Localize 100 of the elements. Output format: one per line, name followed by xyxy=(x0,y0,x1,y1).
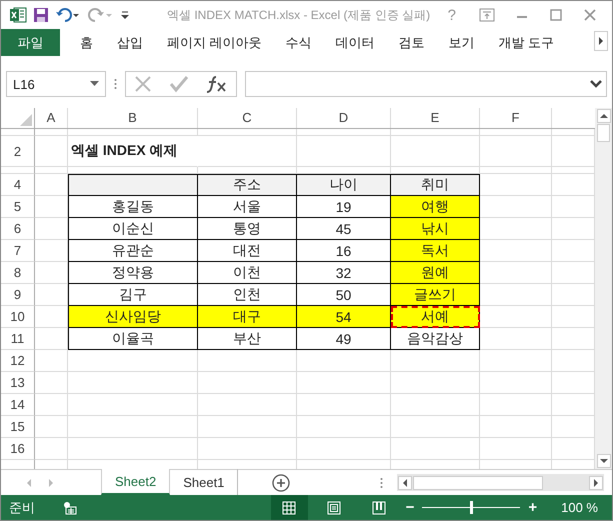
row-header[interactable]: 9 xyxy=(1,284,35,306)
grid-cell[interactable] xyxy=(480,262,552,284)
horizontal-scrollbar[interactable] xyxy=(397,474,604,491)
grid-cell[interactable] xyxy=(480,438,552,460)
grid-cell[interactable] xyxy=(480,196,552,218)
grid-cell[interactable] xyxy=(35,416,68,438)
grid-cell[interactable] xyxy=(68,438,198,460)
previous-sheet-icon[interactable] xyxy=(25,478,33,488)
grid-cell[interactable] xyxy=(480,129,552,136)
grid-cell[interactable] xyxy=(480,328,552,350)
sheet-tab[interactable]: Sheet2 xyxy=(101,469,170,495)
expand-icon[interactable] xyxy=(590,80,602,88)
macro-record-icon[interactable] xyxy=(63,500,77,514)
grid-cell[interactable] xyxy=(35,167,68,174)
grid-cell[interactable] xyxy=(35,218,68,240)
close-icon[interactable] xyxy=(583,8,597,22)
ribbon-tab[interactable]: 데이터 xyxy=(324,29,387,56)
grid-cell[interactable] xyxy=(297,350,391,372)
grid-cell[interactable] xyxy=(198,136,297,167)
vertical-scrollbar[interactable] xyxy=(595,108,612,469)
scroll-left-icon[interactable] xyxy=(398,476,412,490)
column-header[interactable]: F xyxy=(480,108,552,128)
column-header[interactable]: A xyxy=(35,108,68,128)
grid-cell[interactable] xyxy=(35,372,68,394)
grid-cell[interactable] xyxy=(198,438,297,460)
grid-cell[interactable] xyxy=(35,350,68,372)
ribbon-tab[interactable]: 개발 도구 xyxy=(486,29,566,56)
row-header[interactable]: 2 xyxy=(1,136,35,167)
grid-cell[interactable] xyxy=(297,394,391,416)
grid-cell[interactable] xyxy=(68,129,198,136)
scroll-thumb[interactable] xyxy=(597,124,610,142)
row-header[interactable]: 16 xyxy=(1,438,35,460)
file-tab[interactable]: 파일 xyxy=(1,29,60,56)
grid-cell[interactable] xyxy=(198,129,297,136)
column-header[interactable]: C xyxy=(198,108,297,128)
scroll-right-icon[interactable] xyxy=(589,476,604,490)
grid-cell[interactable] xyxy=(35,328,68,350)
row-header[interactable]: 14 xyxy=(1,394,35,416)
ribbon-tab[interactable]: 수식 xyxy=(274,29,324,56)
grid-cell[interactable] xyxy=(391,129,480,136)
grid-cell[interactable] xyxy=(35,129,68,136)
ribbon-tab[interactable]: 검토 xyxy=(386,29,437,56)
undo-icon[interactable] xyxy=(55,7,81,23)
grid-cell[interactable] xyxy=(35,262,68,284)
ribbon-tab[interactable]: 보기 xyxy=(436,29,487,56)
grid-cell[interactable] xyxy=(391,438,480,460)
grid-cell[interactable] xyxy=(480,394,552,416)
column-header[interactable]: B xyxy=(68,108,198,128)
column-header[interactable]: D xyxy=(297,108,391,128)
zoom-in-button[interactable]: + xyxy=(528,499,538,516)
normal-view-button[interactable] xyxy=(270,495,308,520)
grid-cell[interactable] xyxy=(480,218,552,240)
row-header-partial[interactable] xyxy=(1,129,35,136)
save-icon[interactable] xyxy=(33,7,49,23)
row-header[interactable]: 11 xyxy=(1,328,35,350)
ribbon-scroll-button[interactable] xyxy=(594,31,608,51)
formula-input[interactable] xyxy=(245,71,607,97)
maximize-icon[interactable] xyxy=(549,8,563,22)
row-header[interactable]: 13 xyxy=(1,372,35,394)
ribbon-tab[interactable]: 홈 xyxy=(68,29,105,56)
check-icon[interactable] xyxy=(168,75,189,93)
grid-cell[interactable] xyxy=(35,240,68,262)
column-header[interactable]: E xyxy=(391,108,480,128)
scroll-thumb[interactable] xyxy=(413,476,544,490)
add-sheet-icon[interactable] xyxy=(272,474,290,492)
ribbon-tab[interactable]: 페이지 레이아웃 xyxy=(155,29,274,56)
grid-cell[interactable] xyxy=(480,350,552,372)
grid-cell[interactable] xyxy=(480,284,552,306)
row-header-partial[interactable] xyxy=(1,167,35,174)
row-header[interactable]: 15 xyxy=(1,416,35,438)
grid-cell[interactable] xyxy=(198,416,297,438)
grid-cell[interactable] xyxy=(297,372,391,394)
grid-cell[interactable] xyxy=(68,416,198,438)
grid-cell[interactable] xyxy=(198,350,297,372)
grid-cell[interactable] xyxy=(480,240,552,262)
grid-cell[interactable] xyxy=(480,372,552,394)
grid-cell[interactable] xyxy=(35,394,68,416)
grid-cell[interactable] xyxy=(297,416,391,438)
row-header[interactable]: 7 xyxy=(1,240,35,262)
next-sheet-icon[interactable] xyxy=(47,478,55,488)
grid-cell[interactable] xyxy=(297,129,391,136)
grid-cell[interactable] xyxy=(68,350,198,372)
grid-cell[interactable] xyxy=(480,416,552,438)
row-header[interactable]: 5 xyxy=(1,196,35,218)
row-header[interactable]: 6 xyxy=(1,218,35,240)
scroll-up-icon[interactable] xyxy=(596,109,610,123)
name-box[interactable]: L16 xyxy=(6,71,106,97)
grid-cell[interactable] xyxy=(480,306,552,328)
cancel-icon[interactable] xyxy=(134,75,152,93)
zoom-level[interactable]: 100 % xyxy=(561,500,598,515)
function-icon[interactable] xyxy=(206,75,228,93)
grid-cell[interactable] xyxy=(35,438,68,460)
grid-cell[interactable] xyxy=(297,438,391,460)
ribbon-display-icon[interactable] xyxy=(479,8,495,22)
row-header[interactable]: 12 xyxy=(1,350,35,372)
grid-cell[interactable] xyxy=(35,284,68,306)
grid-cell[interactable] xyxy=(68,394,198,416)
scroll-down-icon[interactable] xyxy=(596,454,610,468)
row-header[interactable]: 4 xyxy=(1,174,35,196)
grid-cell[interactable] xyxy=(391,416,480,438)
